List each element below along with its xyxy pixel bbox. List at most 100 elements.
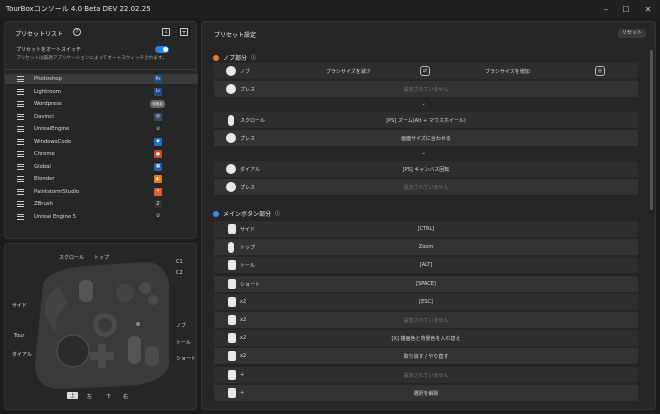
preset-name: PaintstormStudio xyxy=(34,188,80,195)
device-label-up[interactable]: 上 xyxy=(67,392,79,399)
action-label: 画面サイズに合わせる xyxy=(401,136,451,142)
preset-item[interactable]: Davinci ◎ xyxy=(5,112,198,122)
mapping-row[interactable]: トップ Zoom xyxy=(214,239,638,257)
title-bar: TourBoxコンソール 4.0 Beta DEV 22.02.25 xyxy=(0,0,660,18)
app-window: TourBoxコンソール 4.0 Beta DEV 22.02.25 – ☐ ✕… xyxy=(0,0,660,414)
mapping-row[interactable]: ダイアル [PS] キャンバス回転 xyxy=(214,161,638,178)
preset-list-heading: プリセットリスト xyxy=(15,31,64,38)
app-icon: 未設定 xyxy=(150,100,165,108)
maximize-button[interactable]: ☐ xyxy=(616,0,636,18)
device-panel: スクロール トップ C1 C2 サイド ノブ Tour トール ダイアル ショー… xyxy=(4,243,197,410)
drag-handle-icon[interactable] xyxy=(17,88,24,95)
action-label: 取り消す / やり直す xyxy=(403,354,449,361)
preset-item[interactable]: PaintstormStudio ✦ xyxy=(5,187,198,197)
mapping-row[interactable]: スクロール [PS] ズーム(Alt + マウスホイール) xyxy=(214,112,638,129)
action-label: [ESC] xyxy=(419,298,433,305)
mapping-row[interactable]: ショート [SPACE] xyxy=(214,275,638,293)
action-label: [PS] ズーム(Alt + マウスホイール) xyxy=(386,118,466,124)
preset-list: Photoshop Ps Lightroom Lr Wordpress 未設定 Davinc… xyxy=(5,74,198,234)
action-right: ブラシサイズを増加 xyxy=(485,69,530,75)
mapping-row[interactable]: x2 [X] 描画色と背景色を入れ替え xyxy=(214,330,638,348)
mapping-row[interactable]: + 選択を解除 xyxy=(214,384,638,402)
action-label: 設定されていません xyxy=(403,185,449,191)
mapping-row[interactable]: x2 [ESC] xyxy=(214,293,638,311)
swap-icon[interactable]: ⇄ xyxy=(420,66,430,76)
drag-handle-icon[interactable] xyxy=(17,101,24,107)
scrollbar[interactable] xyxy=(650,50,653,210)
device-label-left: 左 xyxy=(87,394,93,400)
mapping-row[interactable]: x2 取り消す / やり直す xyxy=(214,348,638,366)
help-icon[interactable]: ? xyxy=(73,28,81,36)
add-preset-icon[interactable]: + xyxy=(180,28,188,36)
device-label-c1: C1 xyxy=(176,259,183,265)
knob-section-label: ノブ部分 xyxy=(223,55,248,62)
drag-handle-icon[interactable] xyxy=(17,138,24,145)
preset-name: Unreal Engine 5 xyxy=(34,213,77,220)
mapping-row[interactable]: トール [ALT] xyxy=(214,257,638,275)
preset-name: Wordpress xyxy=(34,101,62,107)
help-icon[interactable]: ⓘ xyxy=(251,54,256,61)
device-label-top: トップ xyxy=(94,255,110,261)
preset-item[interactable]: WindowsCode ◆ xyxy=(5,137,198,147)
device-label-short: ショート xyxy=(176,356,197,362)
window-title: TourBoxコンソール 4.0 Beta DEV 22.02.25 xyxy=(6,5,151,13)
minimize-button[interactable]: – xyxy=(596,0,616,18)
drag-handle-icon[interactable] xyxy=(17,176,24,182)
mapping-row[interactable]: x2 設定されていません xyxy=(214,312,638,329)
close-button[interactable]: ✕ xyxy=(638,0,658,18)
mapping-row[interactable]: サイド [CTRL] xyxy=(214,221,638,238)
preset-item[interactable]: Blender ◐ xyxy=(5,174,198,184)
device-label-dial: ダイアル xyxy=(12,352,32,358)
device-label-right: 右 xyxy=(123,394,129,400)
action-label: [ALT] xyxy=(419,262,433,269)
preset-item[interactable]: Unreal Engine 5 U xyxy=(5,212,198,222)
mapping-row[interactable]: プレス 設定されていません xyxy=(214,81,638,98)
app-icon: Z xyxy=(154,200,162,208)
preset-name: Lightroom xyxy=(34,88,61,95)
preset-item[interactable]: Global ▦ xyxy=(5,162,198,172)
device-label-knob: ノブ xyxy=(176,323,187,329)
preset-item[interactable]: Chrome ● xyxy=(5,149,198,159)
drag-handle-icon[interactable] xyxy=(17,213,24,220)
device-label-scroll: スクロール xyxy=(59,255,85,261)
main-section-title: メインボタン部分 ⓘ xyxy=(213,209,280,218)
knob-section-title: ノブ部分 ⓘ xyxy=(213,53,256,62)
drag-handle-icon[interactable] xyxy=(17,163,24,170)
control-name: ノブ xyxy=(240,69,251,75)
mapping-row[interactable]: ノブ ブラシサイズを減少 ⇄ ブラシサイズを増加 ◎ xyxy=(214,63,638,80)
chevron-down-icon: ⌄ xyxy=(421,149,427,156)
dial-icon[interactable]: ◎ xyxy=(595,66,605,76)
device-label-side: サイド xyxy=(12,303,28,309)
help-icon[interactable]: ⓘ xyxy=(275,210,280,217)
mapping-row[interactable]: プレス 画面サイズに合わせる xyxy=(214,130,638,147)
action-label: [PS] キャンバス回転 xyxy=(402,167,450,173)
drag-handle-icon[interactable] xyxy=(17,113,24,120)
drag-handle-icon[interactable] xyxy=(17,126,24,132)
preset-item[interactable]: Photoshop Ps xyxy=(5,74,198,84)
app-icon: ◆ xyxy=(154,137,162,146)
action-label: 設定されていません xyxy=(403,87,449,93)
app-icon: ◐ xyxy=(154,175,162,183)
action-left: ブラシサイズを減少 xyxy=(326,69,371,75)
preset-item[interactable]: UnrealEngine U xyxy=(5,124,198,134)
drag-handle-icon[interactable] xyxy=(17,201,24,207)
auto-switch-toggle[interactable] xyxy=(155,46,169,53)
drag-handle-icon[interactable] xyxy=(17,188,24,195)
mapping-row[interactable]: + 設定されていません xyxy=(214,366,638,384)
preset-name: Chrome xyxy=(34,151,55,157)
import-icon[interactable]: ↓ xyxy=(162,28,170,36)
preset-item[interactable]: ZBrush Z xyxy=(5,199,198,209)
action-label: 選択を解除 xyxy=(413,390,439,397)
action-label: [SPACE] xyxy=(416,280,436,287)
device-label-down: 下 xyxy=(106,394,112,400)
main-section-label: メインボタン部分 xyxy=(223,211,272,218)
drag-handle-icon[interactable] xyxy=(17,151,24,157)
preset-name: ZBrush xyxy=(34,201,53,207)
preset-list-panel: プリセットリスト ? ↓ + プリセットをオートスイッチ プリセットは最適アプリ… xyxy=(4,21,198,239)
preset-item[interactable]: Wordpress 未設定 xyxy=(5,99,198,109)
drag-handle-icon[interactable] xyxy=(17,76,24,82)
reset-button[interactable]: リセット xyxy=(618,29,646,38)
preset-item[interactable]: Lightroom Lr xyxy=(5,87,198,97)
mapping-row[interactable]: プレス 設定されていません xyxy=(214,179,638,196)
action-label: 設定されていません xyxy=(403,318,449,324)
